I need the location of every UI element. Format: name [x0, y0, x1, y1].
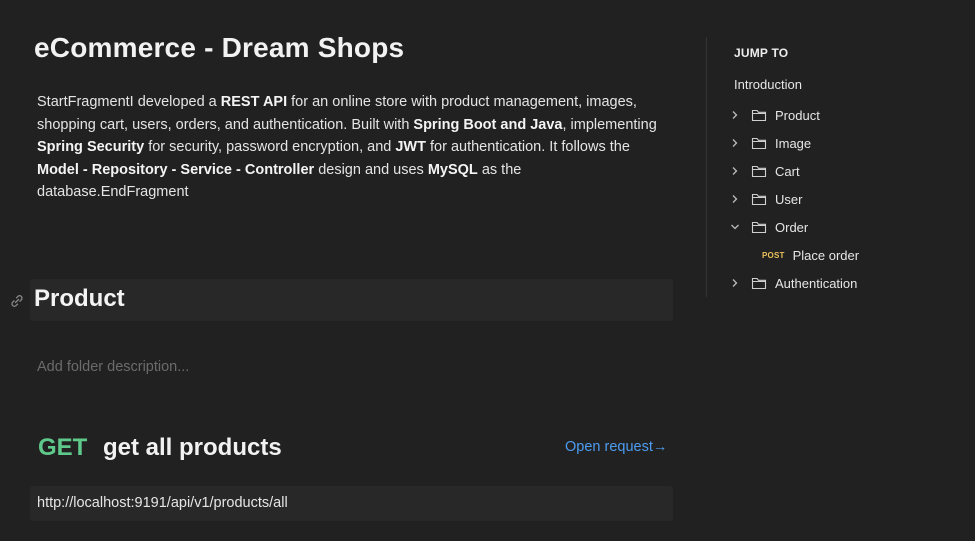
- intro-bold-text: Model - Repository - Service - Controlle…: [37, 161, 315, 178]
- toc-item-order[interactable]: Order: [728, 216, 968, 238]
- folder-icon: [751, 193, 767, 206]
- chevron-right-icon[interactable]: [728, 276, 742, 290]
- toc-item-user[interactable]: User: [728, 188, 968, 210]
- folder-icon: [751, 109, 767, 122]
- toc-item-label: User: [775, 191, 803, 207]
- open-request-label: Open request: [565, 439, 653, 455]
- folder-icon: [751, 221, 767, 234]
- toc-item-label: Authentication: [775, 275, 858, 291]
- folder-icon: [751, 277, 767, 290]
- intro-bold-text: JWT: [395, 139, 426, 156]
- intro-text-segment: , implementing: [562, 116, 657, 133]
- toc-item-label: Image: [775, 135, 812, 151]
- toc-item-label: Cart: [775, 163, 800, 179]
- post-method-badge: POST: [762, 250, 785, 260]
- chevron-right-icon[interactable]: [728, 192, 742, 206]
- intro-text: StartFragmentI developed a REST API for …: [37, 91, 667, 204]
- request-name: get all products: [103, 434, 282, 461]
- toc-item-label: Product: [775, 107, 820, 123]
- chevron-right-icon[interactable]: [728, 164, 742, 178]
- chevron-right-icon[interactable]: [728, 108, 742, 122]
- folder-icon: [751, 137, 767, 150]
- chevron-down-icon[interactable]: [728, 220, 742, 234]
- folder-header: [30, 279, 673, 321]
- toc-item-label: Place order: [792, 247, 860, 263]
- folder-title: Product: [34, 285, 125, 312]
- page-title: eCommerce - Dream Shops: [34, 32, 405, 63]
- arrow-right-icon: →: [652, 439, 668, 455]
- open-request-link[interactable]: Open request→: [565, 439, 667, 455]
- jump-to-heading: JUMP TO: [734, 46, 789, 60]
- chevron-right-icon[interactable]: [728, 136, 742, 150]
- request-url[interactable]: http://localhost:9191/api/v1/products/al…: [37, 495, 288, 511]
- folder-icon: [751, 165, 767, 178]
- toc-item-product[interactable]: Product: [728, 104, 968, 126]
- intro-bold-text: REST API: [220, 94, 288, 110]
- toc-item-authentication[interactable]: Authentication: [728, 272, 968, 294]
- intro-text-segment: StartFragmentI developed a: [37, 94, 221, 110]
- intro-text-segment: design and uses: [314, 161, 428, 178]
- intro-text-segment: for authentication. It follows the: [425, 139, 630, 156]
- intro-bold-text: MySQL: [427, 161, 478, 178]
- toc-item-place-order[interactable]: POST Place order: [762, 245, 859, 265]
- link-icon[interactable]: [9, 293, 25, 309]
- toc-item-label: Order: [775, 219, 809, 235]
- documentation-main: eCommerce - Dream Shops StartFragmentI d…: [0, 0, 690, 541]
- request-method: GET: [38, 434, 88, 461]
- toc-introduction[interactable]: Introduction: [734, 77, 802, 92]
- folder-description-input[interactable]: Add folder description...: [37, 359, 189, 375]
- toc-item-cart[interactable]: Cart: [728, 160, 968, 182]
- intro-bold-text: Spring Security: [37, 139, 145, 156]
- sidebar-divider: [706, 37, 707, 297]
- intro-bold-text: Spring Boot and Java: [413, 116, 563, 133]
- toc-item-image[interactable]: Image: [728, 132, 968, 154]
- intro-text-segment: for security, password encryption, and: [144, 139, 396, 156]
